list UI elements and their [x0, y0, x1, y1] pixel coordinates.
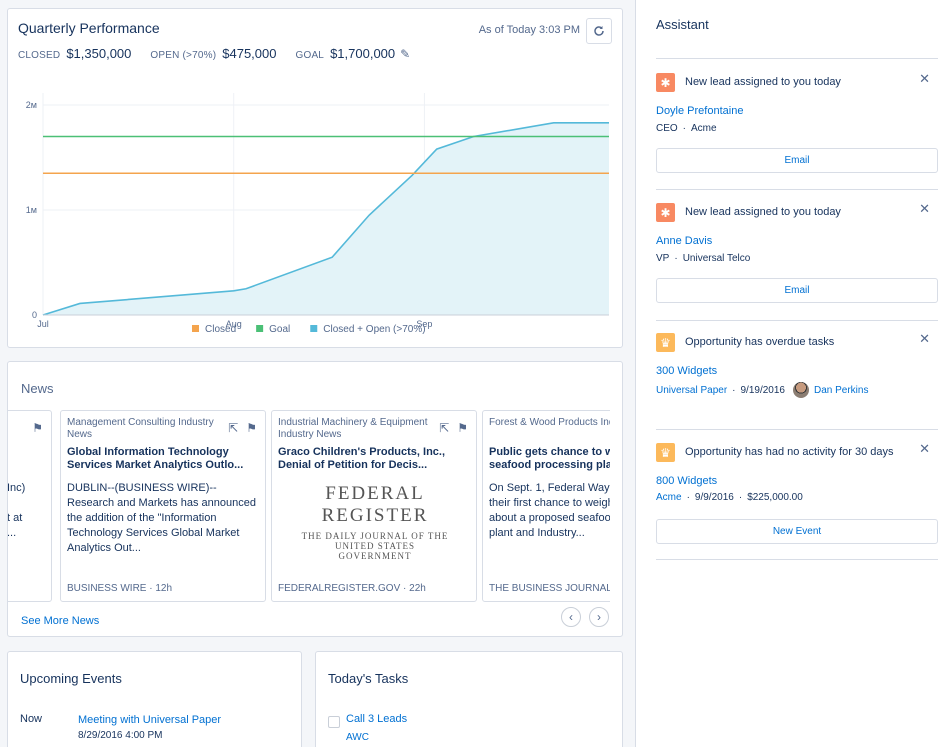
goal-value: $1,700,000	[330, 46, 396, 61]
task-related-link[interactable]: AWC	[346, 732, 369, 743]
y-tick-label: 2м	[26, 100, 37, 110]
news-body: Inc) t at ...	[8, 482, 26, 539]
news-article[interactable]: Industrial Machinery & Equipment Industr…	[271, 410, 477, 602]
event-link[interactable]: Meeting with Universal Paper	[78, 714, 221, 726]
legend-swatch	[192, 325, 199, 332]
upcoming-events-card: Upcoming Events Now Meeting with Univers…	[7, 651, 302, 747]
close-icon[interactable]: ✕	[919, 441, 930, 457]
event-when: Now	[20, 713, 43, 725]
news-title: News	[21, 381, 54, 396]
avatar	[793, 382, 809, 398]
opportunity-name-link[interactable]: 300 Widgets	[656, 365, 717, 377]
todays-tasks-card: Today's Tasks Call 3 Leads AWC	[315, 651, 623, 747]
assistant-message: Opportunity has had no activity for 30 d…	[685, 446, 894, 458]
task-checkbox[interactable]	[328, 716, 340, 728]
opportunity-icon: ♛	[656, 443, 675, 462]
divider	[656, 189, 938, 190]
as-of-timestamp: As of Today 3:03 PM	[478, 24, 580, 36]
assistant-panel: Assistant ✱ New lead assigned to you tod…	[635, 0, 943, 747]
lead-name-link[interactable]: Anne Davis	[656, 235, 712, 247]
news-card: News ⚑ Inc) t at ... Management Consulti…	[7, 361, 623, 637]
pencil-icon[interactable]: ✎	[400, 47, 410, 61]
news-source: Management Consulting Industry News	[67, 417, 214, 440]
assistant-message: Opportunity has overdue tasks	[685, 336, 835, 348]
news-source: Industrial Machinery & Equipment Industr…	[278, 417, 428, 440]
flag-icon[interactable]: ⚑	[457, 421, 468, 435]
lead-details: CEO · Acme	[656, 123, 717, 134]
news-headline[interactable]: Graco Children's Products, Inc., Denial …	[278, 446, 468, 472]
legend-label: Closed + Open (>70%)	[323, 324, 425, 335]
see-more-news-link[interactable]: See More News	[21, 615, 99, 627]
perf-title: Quarterly Performance	[18, 20, 160, 36]
close-icon[interactable]: ✕	[919, 201, 930, 217]
chevron-left-icon[interactable]: ‹	[561, 607, 581, 627]
lead-name-link[interactable]: Doyle Prefontaine	[656, 105, 743, 117]
lead-icon: ✱	[656, 73, 675, 92]
goal-label: GOAL	[295, 50, 325, 61]
task-link[interactable]: Call 3 Leads	[346, 713, 407, 725]
assistant-message: New lead assigned to you today	[685, 206, 841, 218]
divider	[656, 320, 938, 321]
lead-icon: ✱	[656, 203, 675, 222]
closed-value: $1,350,000	[66, 46, 132, 61]
news-article[interactable]: ⚑ Inc) t at ...	[8, 410, 52, 602]
share-icon[interactable]: ⇱	[228, 421, 238, 435]
news-source: Forest & Wood Products Industry News	[489, 417, 610, 428]
performance-stats: CLOSED $1,350,000 OPEN (>70%) $475,000 G…	[18, 46, 410, 61]
divider	[656, 58, 938, 59]
legend-swatch	[256, 325, 264, 332]
divider	[656, 559, 938, 560]
close-icon[interactable]: ✕	[919, 71, 930, 87]
email-button[interactable]: Email	[656, 278, 938, 303]
opportunity-details: Acme · 9/9/2016 · $225,000.00	[656, 492, 803, 503]
new-event-button[interactable]: New Event	[656, 519, 938, 544]
news-body: DUBLIN--(BUSINESS WIRE)--Research and Ma…	[67, 482, 256, 554]
refresh-button[interactable]	[586, 18, 612, 44]
tasks-title: Today's Tasks	[328, 671, 409, 686]
legend-label: Closed	[205, 324, 236, 335]
news-carousel: ⚑ Inc) t at ... Management Consulting In…	[8, 410, 610, 602]
flag-icon[interactable]: ⚑	[32, 421, 43, 435]
account-link[interactable]: Universal Paper	[656, 385, 727, 396]
close-icon[interactable]: ✕	[919, 331, 930, 347]
closed-label: CLOSED	[18, 50, 61, 61]
x-tick-label: Jul	[37, 319, 49, 329]
owner-link[interactable]: Dan Perkins	[814, 385, 868, 396]
federal-register-logo: FEDERAL REGISTER THE DAILY JOURNAL OF TH…	[301, 483, 449, 561]
y-tick-label: 0	[32, 310, 37, 320]
events-title: Upcoming Events	[20, 671, 122, 686]
opportunity-name-link[interactable]: 800 Widgets	[656, 475, 717, 487]
open-value: $475,000	[222, 46, 277, 61]
y-tick-label: 1м	[26, 205, 37, 215]
news-footer: BUSINESS WIRE · 12h	[67, 583, 173, 594]
news-body: On Sept. 1, Federal Way residents get th…	[489, 482, 610, 539]
email-button[interactable]: Email	[656, 148, 938, 173]
news-article[interactable]: Forest & Wood Products Industry News Pub…	[482, 410, 610, 602]
divider	[656, 429, 938, 430]
legend-swatch	[310, 325, 318, 332]
opportunity-icon: ♛	[656, 333, 675, 352]
news-headline[interactable]: Public gets chance to weigh in on seafoo…	[489, 446, 610, 472]
news-footer: THE BUSINESS JOURNALS · 1d	[489, 583, 610, 594]
series-area-fill	[43, 122, 609, 315]
share-icon[interactable]: ⇱	[439, 421, 449, 435]
refresh-icon	[594, 26, 604, 36]
news-footer: FEDERALREGISTER.GOV · 22h	[278, 583, 426, 594]
news-article[interactable]: Management Consulting Industry News ⇱ ⚑ …	[60, 410, 266, 602]
open-label: OPEN (>70%)	[150, 50, 217, 61]
assistant-title: Assistant	[656, 17, 709, 32]
quarterly-performance-card: 0 1м 2м Jul Aug Sep Closed Goal Closed + Open (>…	[7, 8, 623, 348]
event-date: 8/29/2016 4:00 PM	[78, 730, 163, 741]
lead-details: VP · Universal Telco	[656, 253, 751, 264]
account-link[interactable]: Acme	[656, 492, 682, 503]
news-headline[interactable]: Global Information Technology Services M…	[67, 446, 257, 472]
chevron-right-icon[interactable]: ›	[589, 607, 609, 627]
assistant-message: New lead assigned to you today	[685, 76, 841, 88]
opportunity-details: Universal Paper · 9/19/2016 Dan Perkins	[656, 382, 868, 398]
flag-icon[interactable]: ⚑	[246, 421, 257, 435]
legend-label: Goal	[269, 324, 290, 335]
